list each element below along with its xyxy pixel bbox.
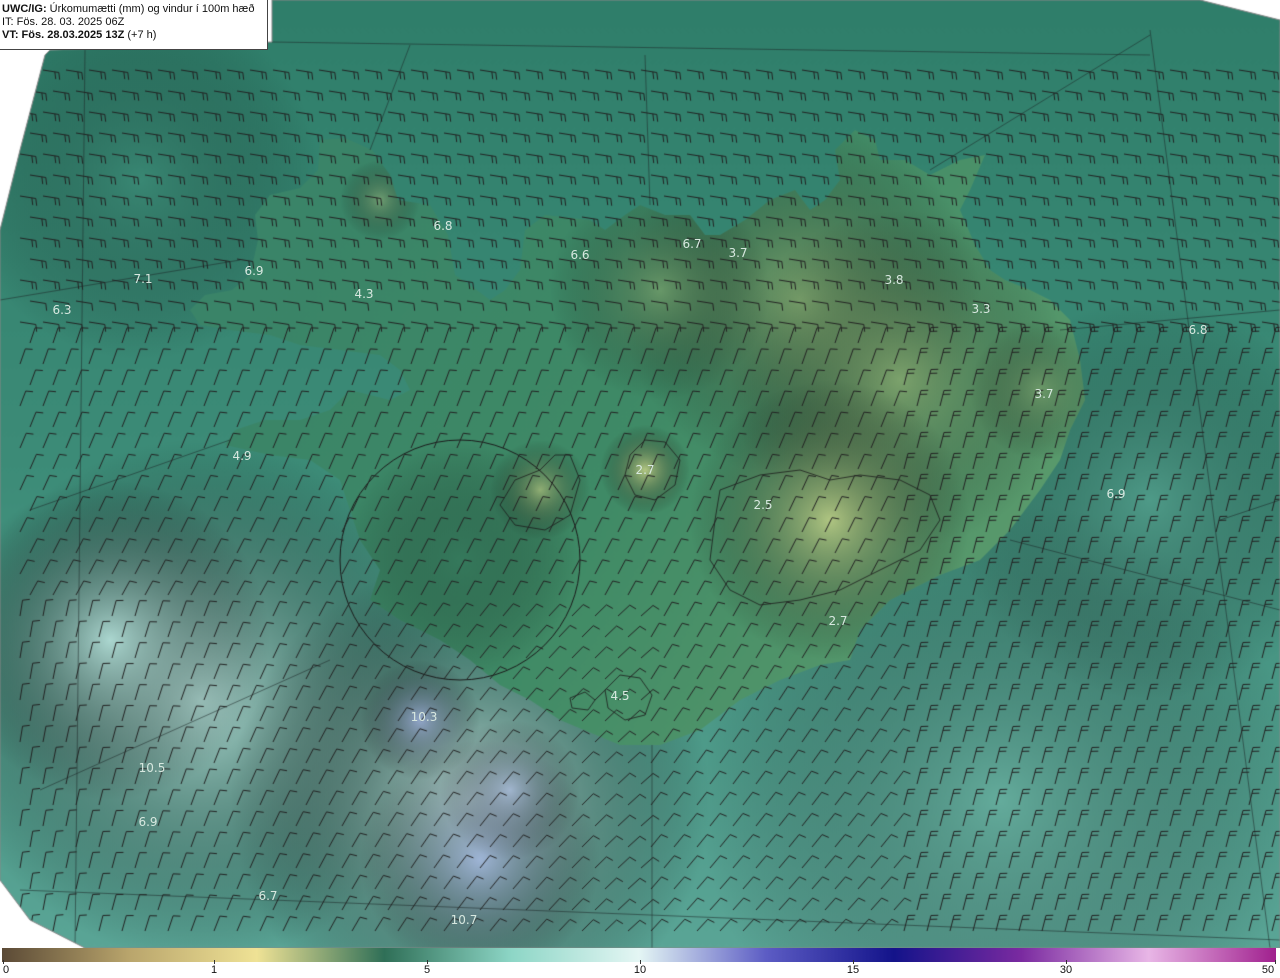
map-value-label: 6.9 [138,815,158,829]
colorbar-tick: 1 [210,964,218,976]
map-value-label: 10.5 [138,761,166,775]
map-value-label: 2.7 [635,463,655,477]
colorbar-gradient [2,948,1276,962]
map-value-label: 4.5 [610,689,630,703]
map-value-label: 6.8 [433,219,453,233]
map-value-label: 3.8 [884,273,904,287]
product-description: Úrkomumætti (mm) og vindur í 100m hæð [49,3,255,15]
map-value-label: 6.9 [244,264,264,278]
map-header: UWC/IG: Úrkomumætti (mm) og vindur í 100… [0,0,268,50]
product-code: UWC/IG: [2,3,47,15]
map-value-label: 10.3 [410,710,438,724]
colorbar-legend: 0 1 5 10 15 30 50 [0,948,1280,978]
map-value-label: 3.7 [1034,387,1054,401]
map-value-label: 6.3 [52,303,72,317]
map-value-label: 3.7 [728,246,748,260]
map-value-label: 6.7 [682,237,702,251]
colorbar-tick: 5 [423,964,431,976]
map-value-label: 2.5 [753,498,773,512]
map-value-label: 4.9 [232,449,252,463]
map-value-label: 7.1 [133,272,153,286]
map-value-label: 2.7 [828,614,848,628]
map-value-label: 6.9 [1106,487,1126,501]
map-value-label: 10.7 [450,913,478,927]
colorbar-tick: 50 [1261,964,1275,976]
map-value-label: 6.6 [570,248,590,262]
colorbar-tick: 0 [2,964,10,976]
colorbar-tick: 10 [633,964,647,976]
map-value-label: 6.7 [258,889,278,903]
map-value-label: 3.3 [971,302,991,316]
forecast-offset: (+7 h) [127,29,157,41]
init-time: IT: Fös. 28. 03. 2025 06Z [2,16,125,28]
map-value-label: 4.3 [354,287,374,301]
colorbar-tick: 30 [1059,964,1073,976]
valid-time: VT: Fös. 28.03.2025 13Z [2,29,125,41]
map-value-label: 6.8 [1188,323,1208,337]
colorbar-tick: 15 [846,964,860,976]
